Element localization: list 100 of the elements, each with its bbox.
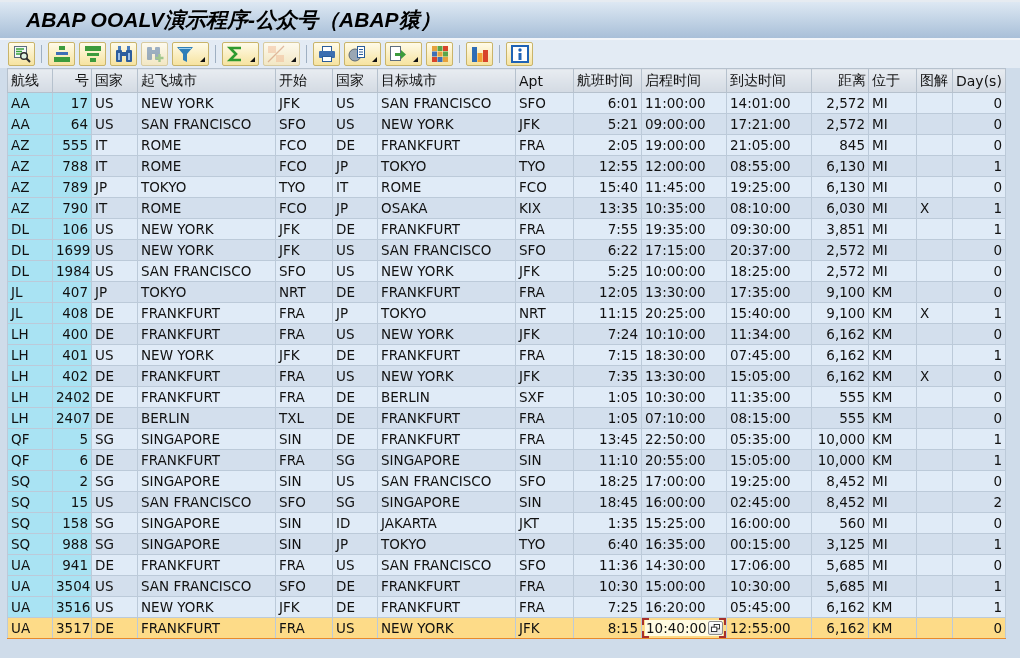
table-cell: AA <box>7 92 53 114</box>
table-row[interactable]: JL 408 DE FRANKFURT FRA JP TOKYO NRT 11:15 20:25:00 15:40:00 9,100 KM X 1 <box>7 302 1006 324</box>
column-header[interactable]: 启程时间 <box>641 68 727 93</box>
table-cell: DE <box>91 386 138 408</box>
table-cell: 20:25:00 <box>641 302 727 324</box>
caret-icon <box>200 57 205 62</box>
table-row[interactable]: JL 407 JP TOKYO NRT DE FRANKFURT FRA 12:05 13:30:00 17:35:00 9,100 KM 0 <box>7 281 1006 303</box>
table-cell: 1 <box>952 575 1006 597</box>
toolbar-button[interactable] <box>385 42 422 66</box>
toolbar-button[interactable] <box>344 42 381 66</box>
table-cell: FCO <box>275 155 333 177</box>
column-header[interactable]: 号 <box>52 68 92 93</box>
table-row[interactable]: AZ 788 IT ROME FCO JP TOKYO TYO 12:55 12:00:00 08:55:00 6,130 MI 1 <box>7 155 1006 177</box>
table-cell: 0 <box>952 365 1006 387</box>
table-row[interactable]: AA 64 US SAN FRANCISCO SFO US NEW YORK JFK 5:21 09:00:00 17:21:00 2,572 MI 0 <box>7 113 1006 135</box>
filter-icon <box>176 45 194 63</box>
table-cell: US <box>332 92 378 114</box>
table-row[interactable]: DL 1699 US NEW YORK JFK US SAN FRANCISCO SFO 6:22 17:15:00 20:37:00 2,572 MI 0 <box>7 239 1006 261</box>
table-cell: MI <box>868 260 917 282</box>
toolbar-button[interactable] <box>426 42 453 66</box>
column-header[interactable]: Apt <box>515 68 574 93</box>
table-cell: JAKARTA <box>377 512 516 534</box>
table-row[interactable]: LH 401 US NEW YORK JFK DE FRANKFURT FRA 7:15 18:30:00 07:45:00 6,162 KM 1 <box>7 344 1006 366</box>
table-cell: JP <box>332 302 378 324</box>
column-header[interactable]: 起飞城市 <box>137 68 276 93</box>
table-cell: FRA <box>275 323 333 345</box>
table-row[interactable]: UA 941 DE FRANKFURT FRA US SAN FRANCISCO SFO 11:36 14:30:00 17:06:00 5,685 MI 0 <box>7 554 1006 576</box>
table-cell: KM <box>868 386 917 408</box>
table-cell: KM <box>868 617 917 639</box>
document-arrow-icon <box>389 45 407 63</box>
column-header[interactable]: 航线 <box>7 68 53 93</box>
table-cell: JFK <box>275 92 333 114</box>
table-cell: SAN FRANCISCO <box>137 260 276 282</box>
table-cell: NEW YORK <box>137 92 276 114</box>
table-row[interactable]: LH 400 DE FRANKFURT FRA US NEW YORK JFK 7:24 10:10:00 11:34:00 6,162 KM 0 <box>7 323 1006 345</box>
table-cell: 5,685 <box>811 575 869 597</box>
column-header[interactable]: 开始 <box>275 68 333 93</box>
table-cell: 845 <box>811 134 869 156</box>
table-row[interactable]: SQ 2 SG SINGAPORE SIN US SAN FRANCISCO SFO 18:25 17:00:00 19:25:00 8,452 MI 0 <box>7 470 1006 492</box>
table-row[interactable]: QF 5 SG SINGAPORE SIN DE FRANKFURT FRA 13:45 22:50:00 05:35:00 10,000 KM 1 <box>7 428 1006 450</box>
table-row[interactable]: SQ 15 US SAN FRANCISCO SFO SG SINGAPORE SIN 18:45 16:00:00 02:45:00 8,452 MI 2 <box>7 491 1006 513</box>
table-cell: DE <box>332 218 378 240</box>
table-cell: DE <box>332 134 378 156</box>
table-cell: LH <box>7 365 53 387</box>
column-header[interactable]: 国家 <box>332 68 378 93</box>
table-cell: 1:35 <box>573 512 642 534</box>
input-field[interactable]: 10:40:00 <box>645 620 723 636</box>
table-cell: TOKYO <box>137 176 276 198</box>
table-cell: 13:35 <box>573 197 642 219</box>
table-cell: 6,162 <box>811 323 869 345</box>
table-cell: 5:25 <box>573 260 642 282</box>
table-cell: DL <box>7 260 53 282</box>
table-row[interactable]: UA 3504 US SAN FRANCISCO SFO DE FRANKFURT FRA 10:30 15:00:00 10:30:00 5,685 MI 1 <box>7 575 1006 597</box>
column-header[interactable]: 距离 <box>811 68 869 93</box>
table-cell: 9,100 <box>811 281 869 303</box>
crossed-squares-icon <box>267 45 285 63</box>
table-row[interactable]: LH 2407 DE BERLIN TXL DE FRANKFURT FRA 1:05 07:10:00 08:15:00 555 KM 0 <box>7 407 1006 429</box>
table-cell: 1:05 <box>573 386 642 408</box>
table-row[interactable]: LH 2402 DE FRANKFURT FRA DE BERLIN SXF 1:05 10:30:00 11:35:00 555 KM 0 <box>7 386 1006 408</box>
table-cell: 18:25 <box>573 470 642 492</box>
table-cell: FRANKFURT <box>377 407 516 429</box>
table-row[interactable]: SQ 988 SG SINGAPORE SIN JP TOKYO TYO 6:40 16:35:00 00:15:00 3,125 MI 1 <box>7 533 1006 555</box>
toolbar-button[interactable] <box>8 42 35 66</box>
column-header[interactable]: 位于 <box>868 68 917 93</box>
table-row[interactable]: DL 1984 US SAN FRANCISCO SFO US NEW YORK JFK 5:25 10:00:00 18:25:00 2,572 MI 0 <box>7 260 1006 282</box>
toolbar-button[interactable] <box>466 42 493 66</box>
table-row[interactable]: UA 3516 US NEW YORK JFK DE FRANKFURT FRA 7:25 16:20:00 05:45:00 6,162 KM 1 <box>7 596 1006 618</box>
table-cell: JP <box>332 533 378 555</box>
column-header[interactable]: 到达时间 <box>726 68 812 93</box>
table-cell: JFK <box>275 239 333 261</box>
table-cell: FRANKFURT <box>137 323 276 345</box>
table-row[interactable]: AZ 555 IT ROME FCO DE FRANKFURT FRA 2:05 19:00:00 21:05:00 845 MI 0 <box>7 134 1006 156</box>
toolbar-button[interactable] <box>48 42 75 66</box>
toolbar-button[interactable] <box>110 42 137 66</box>
table-cell: SIN <box>515 491 574 513</box>
toolbar-button[interactable] <box>506 42 533 66</box>
table-cell: JP <box>91 281 138 303</box>
table-cell: X <box>916 302 953 324</box>
table-cell: FRA <box>275 449 333 471</box>
table-cell: 8,452 <box>811 491 869 513</box>
column-header[interactable]: 国家 <box>91 68 138 93</box>
table-cell: FCO <box>275 134 333 156</box>
toolbar-button[interactable] <box>313 42 340 66</box>
table-row[interactable]: DL 106 US NEW YORK JFK DE FRANKFURT FRA 7:55 19:35:00 09:30:00 3,851 MI 1 <box>7 218 1006 240</box>
table-cell: 00:15:00 <box>726 533 812 555</box>
table-row[interactable]: AA 17 US NEW YORK JFK US SAN FRANCISCO SFO 6:01 11:00:00 14:01:00 2,572 MI 0 <box>7 92 1006 114</box>
table-row[interactable]: LH 402 DE FRANKFURT FRA US NEW YORK JFK 7:35 13:30:00 15:05:00 6,162 KM X 0 <box>7 365 1006 387</box>
value-help-button[interactable] <box>708 621 723 635</box>
table-row[interactable]: AZ 790 IT ROME FCO JP OSAKA KIX 13:35 10:35:00 08:10:00 6,030 MI X 1 <box>7 197 1006 219</box>
table-cell: FRA <box>515 281 574 303</box>
column-header[interactable]: 图解 <box>916 68 953 93</box>
column-header[interactable]: 航班时间 <box>573 68 642 93</box>
table-cell: LH <box>7 407 53 429</box>
table-cell: IT <box>91 134 138 156</box>
table-row[interactable]: QF 6 DE FRANKFURT FRA SG SINGAPORE SIN 11:10 20:55:00 15:05:00 10,000 KM 1 <box>7 449 1006 471</box>
column-header[interactable]: Day(s) <box>952 68 1006 93</box>
table-row[interactable]: SQ 158 SG SINGAPORE SIN ID JAKARTA JKT 1:35 15:25:00 16:00:00 560 MI 0 <box>7 512 1006 534</box>
table-cell: JFK <box>515 365 574 387</box>
column-header[interactable]: 目标城市 <box>377 68 516 93</box>
table-row[interactable]: AZ 789 JP TOKYO TYO IT ROME FCO 15:40 11:45:00 19:25:00 6,130 MI 0 <box>7 176 1006 198</box>
